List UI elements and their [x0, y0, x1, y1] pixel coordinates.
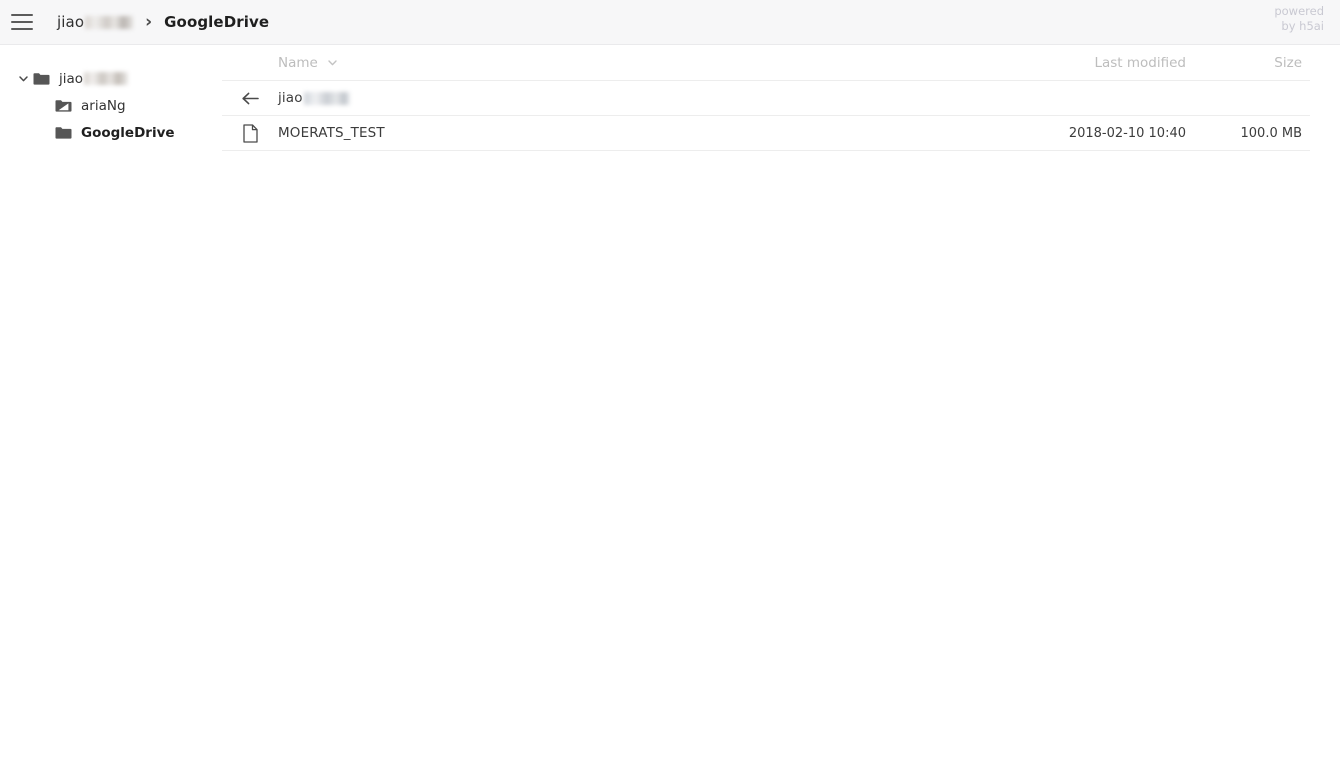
- powered-by-label: powered by h5ai: [1274, 4, 1324, 33]
- column-header-name-label: Name: [278, 54, 318, 71]
- redacted-text: [303, 91, 350, 105]
- folder-icon: [55, 126, 72, 140]
- breadcrumb-item-current-label: GoogleDrive: [164, 13, 270, 31]
- hamburger-line: [11, 14, 33, 16]
- file-listing: Name Last modified Size jiao MOERATS_TES…: [222, 45, 1340, 151]
- column-header-last-modified[interactable]: Last modified: [1010, 55, 1200, 71]
- app-header: jiao › GoogleDrive powered by h5ai: [0, 0, 1340, 45]
- hamburger-line: [11, 28, 33, 30]
- sidebar-item-ariang[interactable]: ariaNg: [0, 92, 222, 119]
- breadcrumb: jiao › GoogleDrive: [57, 0, 269, 44]
- arrow-left-icon: [222, 91, 278, 106]
- folder-link-icon: [55, 99, 72, 113]
- breadcrumb-item-root-label: jiao: [57, 13, 85, 31]
- table-row-file-modified: 2018-02-10 10:40: [1068, 125, 1186, 141]
- column-header-size[interactable]: Size: [1200, 55, 1310, 71]
- page-body: jiao ariaNg GoogleDrive Name Last modifi…: [0, 45, 1340, 778]
- column-header-name[interactable]: Name: [222, 55, 1010, 71]
- chevron-right-icon: ›: [145, 11, 153, 32]
- sidebar-item-googledrive[interactable]: GoogleDrive: [0, 119, 222, 146]
- table-row-parent[interactable]: jiao: [222, 81, 1310, 116]
- sidebar-item-ariang-label: ariaNg: [81, 97, 126, 114]
- file-icon: [222, 123, 278, 143]
- table-row-file[interactable]: MOERATS_TEST 2018-02-10 10:40 100.0 MB: [222, 116, 1310, 151]
- table-row-file-size: 100.0 MB: [1240, 125, 1302, 141]
- redacted-text: [85, 15, 134, 29]
- hamburger-icon[interactable]: [11, 14, 33, 30]
- powered-line-2: by h5ai: [1281, 18, 1324, 33]
- powered-line-1: powered: [1274, 4, 1324, 18]
- sidebar-item-root-label: jiao: [59, 70, 84, 87]
- hamburger-line: [11, 21, 33, 23]
- folder-icon: [33, 72, 50, 86]
- breadcrumb-item-current[interactable]: GoogleDrive: [164, 13, 269, 31]
- table-row-file-label: MOERATS_TEST: [278, 125, 385, 141]
- sidebar-item-root[interactable]: jiao: [0, 65, 222, 92]
- table-header: Name Last modified Size: [222, 45, 1310, 81]
- redacted-text: [84, 72, 129, 85]
- sidebar-tree: jiao ariaNg GoogleDrive: [0, 45, 222, 146]
- sidebar-item-googledrive-label: GoogleDrive: [81, 124, 175, 141]
- chevron-down-icon[interactable]: [327, 57, 338, 68]
- chevron-down-icon[interactable]: [16, 72, 30, 86]
- table-row-parent-label: jiao: [278, 90, 350, 106]
- breadcrumb-item-root[interactable]: jiao: [57, 13, 134, 31]
